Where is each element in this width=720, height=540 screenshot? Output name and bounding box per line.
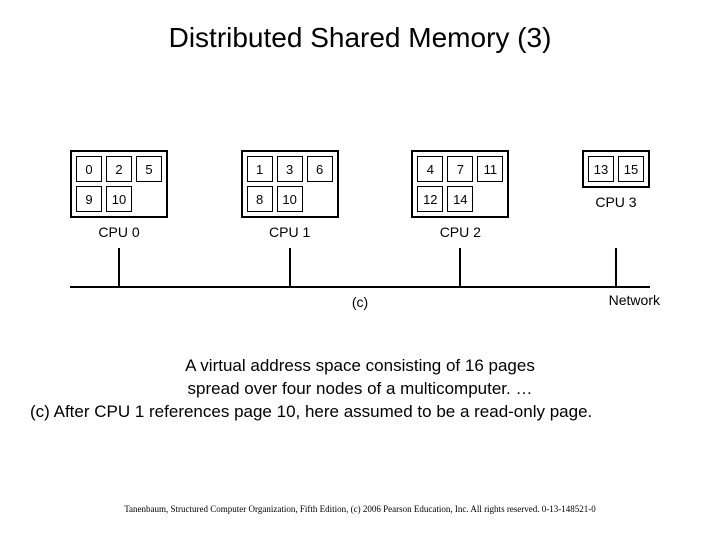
copyright-footer: Tanenbaum, Structured Computer Organizat… xyxy=(0,504,720,514)
network-label: Network xyxy=(609,292,660,308)
cpu-memory-box: 136 810 xyxy=(241,150,339,218)
page-cell: 7 xyxy=(447,156,473,182)
cpu-label: CPU 3 xyxy=(595,194,636,210)
page-cell: 9 xyxy=(76,186,102,212)
page-cell: 1 xyxy=(247,156,273,182)
caption-line: A virtual address space consisting of 16… xyxy=(18,355,702,378)
network-stem xyxy=(118,248,120,286)
page-cell: 13 xyxy=(588,156,614,182)
page-cell: 5 xyxy=(136,156,162,182)
page-cell: 4 xyxy=(417,156,443,182)
page-cell: 6 xyxy=(307,156,333,182)
page-cell xyxy=(477,186,503,212)
cpu-node: 4711 1214 CPU 2 xyxy=(411,150,509,240)
network-stem xyxy=(615,248,617,286)
page-cell xyxy=(136,186,162,212)
page-cell: 10 xyxy=(106,186,132,212)
cpu-node: 025 910 CPU 0 xyxy=(70,150,168,240)
caption-line: (c) After CPU 1 references page 10, here… xyxy=(18,401,702,424)
figure-caption: A virtual address space consisting of 16… xyxy=(0,355,720,424)
network-stem xyxy=(459,248,461,286)
cpu-label: CPU 1 xyxy=(269,224,310,240)
page-cell: 0 xyxy=(76,156,102,182)
network-stem xyxy=(289,248,291,286)
cpu-memory-box: 4711 1214 xyxy=(411,150,509,218)
subfigure-label: (c) xyxy=(352,294,368,310)
network-bus: (c) Network xyxy=(70,248,650,308)
cpu-node: 1315 CPU 3 xyxy=(582,150,650,240)
cpu-node: 136 810 CPU 1 xyxy=(241,150,339,240)
caption-line: spread over four nodes of a multicompute… xyxy=(18,378,702,401)
page-cell: 8 xyxy=(247,186,273,212)
page-cell: 15 xyxy=(618,156,644,182)
page-cell: 2 xyxy=(106,156,132,182)
page-cell: 10 xyxy=(277,186,303,212)
dsm-diagram: 025910CPU 0136810CPU 147111214CPU 21315C… xyxy=(70,150,650,308)
page-cell: 12 xyxy=(417,186,443,212)
page-cell xyxy=(307,186,333,212)
cpu-memory-box: 1315 xyxy=(582,150,650,188)
page-cell: 14 xyxy=(447,186,473,212)
cpu-label: CPU 2 xyxy=(440,224,481,240)
page-cell: 11 xyxy=(477,156,503,182)
cpu-label: CPU 0 xyxy=(98,224,139,240)
cpu-memory-box: 025 910 xyxy=(70,150,168,218)
page-title: Distributed Shared Memory (3) xyxy=(0,0,720,54)
page-cell: 3 xyxy=(277,156,303,182)
